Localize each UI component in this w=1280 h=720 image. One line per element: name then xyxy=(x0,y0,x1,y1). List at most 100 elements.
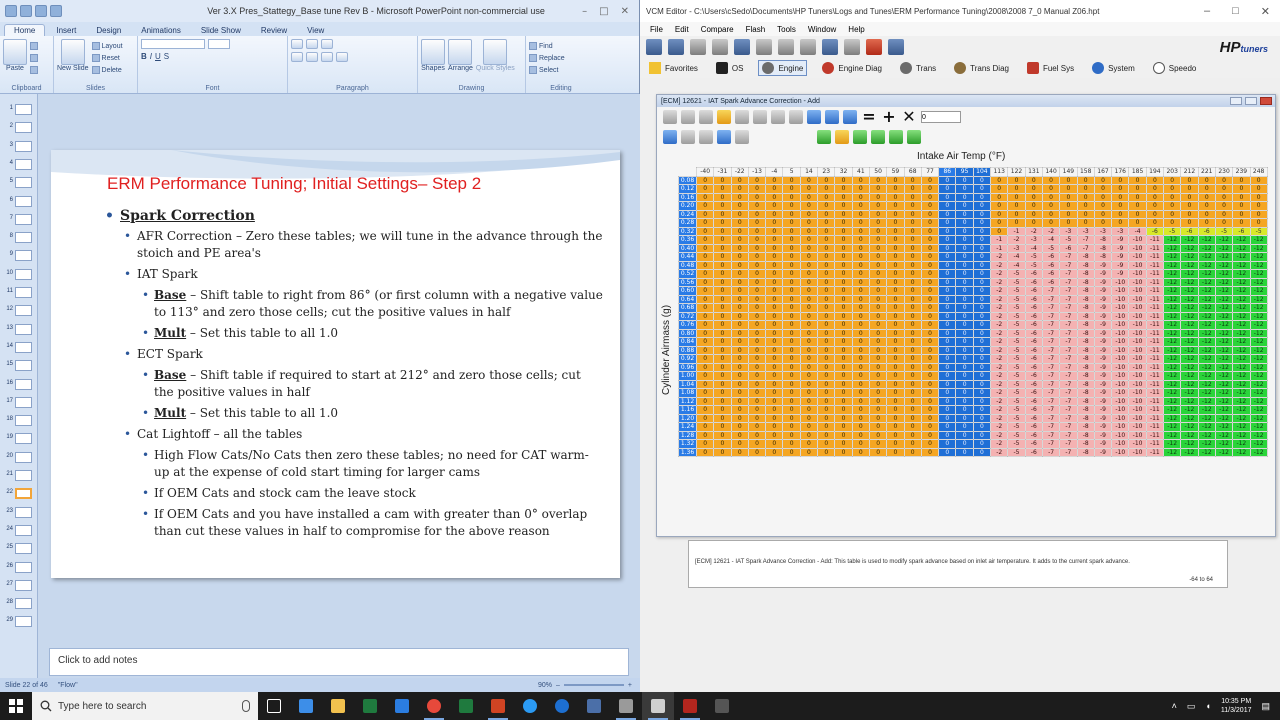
fill-icon[interactable] xyxy=(889,130,903,144)
write-icon[interactable] xyxy=(712,39,728,55)
table-cell[interactable]: 0 xyxy=(886,277,905,287)
table-cell[interactable]: -10 xyxy=(1128,439,1147,449)
table-cell[interactable]: 0 xyxy=(1093,209,1113,219)
table-cell[interactable]: -12 xyxy=(1197,379,1216,389)
table-cell[interactable]: 0 xyxy=(903,354,922,364)
table-cell[interactable]: 0 xyxy=(713,439,732,449)
table-cell[interactable]: -12 xyxy=(1249,260,1268,270)
table-cell[interactable]: -12 xyxy=(1180,422,1199,432)
table-cell[interactable]: -9 xyxy=(1111,243,1130,253)
table-cell[interactable]: 0 xyxy=(920,311,940,321)
table-cell[interactable]: 0 xyxy=(1197,175,1216,185)
table-cell[interactable]: 0 xyxy=(903,218,922,228)
table-cell[interactable]: -6 xyxy=(1041,252,1061,262)
table-cell[interactable]: 0 xyxy=(695,235,715,245)
table-cell[interactable]: 0 xyxy=(765,362,784,372)
table-cell[interactable]: 0 xyxy=(938,201,957,211)
table-cell[interactable]: 0 xyxy=(972,192,992,202)
table-cell[interactable]: 0 xyxy=(782,277,801,287)
table-cell[interactable]: 0 xyxy=(1232,201,1251,211)
table-cell[interactable]: 0 xyxy=(1007,209,1026,219)
table-cell[interactable]: -10 xyxy=(1128,388,1147,398)
table-cell[interactable]: -12 xyxy=(1214,303,1234,313)
table-cell[interactable]: 0 xyxy=(747,413,767,423)
table-cell[interactable]: 0 xyxy=(955,252,974,262)
font-size-box[interactable] xyxy=(208,39,230,49)
table-cell[interactable]: 0 xyxy=(920,345,940,355)
table-cell[interactable]: 0 xyxy=(765,379,784,389)
table-cell[interactable]: -6 xyxy=(1024,303,1043,313)
table-cell[interactable]: -12 xyxy=(1163,252,1182,262)
table-cell[interactable]: 0 xyxy=(1024,218,1043,228)
table-cell[interactable]: 0 xyxy=(765,226,784,236)
table-cell[interactable]: -6 xyxy=(1024,345,1043,355)
table-cell[interactable]: -7 xyxy=(1041,286,1061,296)
table-cell[interactable]: 0 xyxy=(868,201,888,211)
table-cell[interactable]: 0 xyxy=(782,447,801,457)
table-cell[interactable]: 0 xyxy=(868,422,888,432)
table-cell[interactable]: -12 xyxy=(1232,243,1251,253)
table-cell[interactable]: -12 xyxy=(1180,396,1199,406)
interpolate-h-icon[interactable] xyxy=(853,130,867,144)
table-cell[interactable]: -7 xyxy=(1059,388,1078,398)
table-cell[interactable]: -2 xyxy=(990,337,1009,347)
table-cell[interactable]: 0 xyxy=(765,184,784,194)
table-cell[interactable]: -10 xyxy=(1111,439,1130,449)
table-cell[interactable]: 0 xyxy=(765,311,784,321)
table-cell[interactable]: -9 xyxy=(1093,362,1113,372)
table-cell[interactable]: 0 xyxy=(920,243,940,253)
close-icon[interactable]: ✕ xyxy=(1261,5,1270,18)
slide-thumbnail[interactable]: 23 xyxy=(3,505,35,519)
table-cell[interactable]: 0 xyxy=(713,192,732,202)
slide-canvas[interactable]: ERM Performance Tuning; Initial Settings… xyxy=(51,150,620,578)
table-cell[interactable]: 0 xyxy=(1249,209,1268,219)
table-cell[interactable]: 0 xyxy=(834,371,853,381)
table-cell[interactable]: -8 xyxy=(1076,413,1095,423)
table-cell[interactable]: -10 xyxy=(1128,286,1147,296)
table-cell[interactable]: -12 xyxy=(1249,405,1268,415)
table-cell[interactable]: 0 xyxy=(886,430,905,440)
table-cell[interactable]: -10 xyxy=(1128,430,1147,440)
table-cell[interactable]: -12 xyxy=(1180,413,1199,423)
table-cell[interactable]: -11 xyxy=(1145,422,1165,432)
table-cell[interactable]: 0 xyxy=(817,192,836,202)
table-save-icon[interactable] xyxy=(681,110,695,124)
tab-view[interactable]: View xyxy=(298,25,333,36)
table-cell[interactable]: -11 xyxy=(1145,260,1165,270)
table-cell[interactable]: -7 xyxy=(1059,303,1078,313)
table-cell[interactable]: -8 xyxy=(1076,439,1095,449)
table-cell[interactable]: 0 xyxy=(851,294,870,304)
table-cell[interactable]: -12 xyxy=(1232,260,1251,270)
table-cell[interactable]: -10 xyxy=(1128,294,1147,304)
table-cell[interactable]: -12 xyxy=(1197,413,1216,423)
table-cell[interactable]: 0 xyxy=(1214,184,1234,194)
table-cell[interactable]: 0 xyxy=(747,328,767,338)
table-cell[interactable]: 0 xyxy=(817,269,836,279)
table-cell[interactable]: -12 xyxy=(1197,439,1216,449)
table-cell[interactable]: 0 xyxy=(972,388,992,398)
table-cell[interactable]: 0 xyxy=(972,422,992,432)
table-cell[interactable]: 0 xyxy=(713,379,732,389)
table-cell[interactable]: -7 xyxy=(1041,422,1061,432)
table-cell[interactable]: -5 xyxy=(1041,243,1061,253)
strikethrough-icon[interactable]: S xyxy=(164,52,169,61)
table-cell[interactable]: -3 xyxy=(1093,226,1113,236)
table-cell[interactable]: 0 xyxy=(713,201,732,211)
taskbar-search[interactable]: Type here to search xyxy=(32,692,258,720)
table-cell[interactable]: 0 xyxy=(972,439,992,449)
office-logo-icon[interactable] xyxy=(5,5,17,17)
table-cell[interactable]: 0 xyxy=(834,269,853,279)
table-cell[interactable]: -8 xyxy=(1076,286,1095,296)
table-cell[interactable]: 0 xyxy=(782,396,801,406)
menu-edit[interactable]: Edit xyxy=(675,25,689,34)
table-cell[interactable]: 0 xyxy=(1128,192,1147,202)
table-cell[interactable]: 0 xyxy=(972,277,992,287)
table-cell[interactable]: -12 xyxy=(1232,439,1251,449)
table-cell[interactable]: 0 xyxy=(782,320,801,330)
table-cell[interactable]: 0 xyxy=(990,184,1009,194)
table-cell[interactable]: 0 xyxy=(851,252,870,262)
table-cell[interactable]: 0 xyxy=(834,320,853,330)
table-cell[interactable]: 0 xyxy=(1232,175,1251,185)
row-header[interactable]: 0.48 xyxy=(678,260,697,270)
table-cell[interactable]: 0 xyxy=(713,218,732,228)
